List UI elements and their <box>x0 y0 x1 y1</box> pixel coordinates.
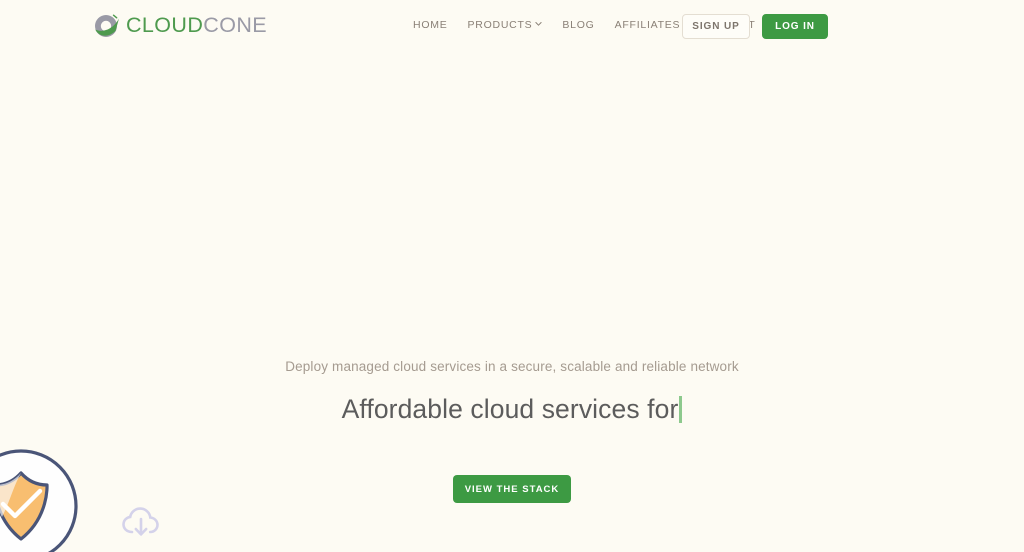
header-actions: SIGN UP LOG IN <box>682 14 828 39</box>
logo-wordmark: CLOUDCONE <box>126 15 267 37</box>
cloudcone-swoosh-logo-icon <box>92 11 122 41</box>
sign-up-button[interactable]: SIGN UP <box>682 14 750 39</box>
nav-item-home-label: HOME <box>413 20 448 31</box>
log-in-button[interactable]: LOG IN <box>762 14 828 39</box>
nav-item-products[interactable]: PRODUCTS <box>468 20 543 31</box>
chevron-down-icon <box>535 21 542 28</box>
typing-cursor <box>679 396 682 423</box>
logo-word-secondary: CONE <box>203 13 267 37</box>
nav-item-affiliates[interactable]: AFFILIATES <box>615 20 681 31</box>
nav-item-home[interactable]: HOME <box>413 20 448 31</box>
site-logo[interactable]: CLOUDCONE <box>92 11 267 41</box>
site-header: CLOUDCONE HOME PRODUCTS BLOG AFFILIATES … <box>0 0 1024 54</box>
nav-item-blog-label: BLOG <box>562 20 594 31</box>
cloud-download-icon <box>121 506 161 540</box>
hero-subtitle: Deploy managed cloud services in a secur… <box>0 358 1024 377</box>
hero-title: Affordable cloud services for <box>0 392 1024 428</box>
nav-item-blog[interactable]: BLOG <box>562 20 594 31</box>
view-the-stack-button[interactable]: VIEW THE STACK <box>453 475 571 503</box>
logo-word-primary: CLOUD <box>126 13 203 37</box>
nav-item-products-label: PRODUCTS <box>468 20 533 31</box>
hero-section: Deploy managed cloud services in a secur… <box>0 0 1024 552</box>
hero-title-text: Affordable cloud services for <box>342 394 679 424</box>
hero-cta-wrapper: VIEW THE STACK <box>0 475 1024 503</box>
nav-item-affiliates-label: AFFILIATES <box>615 20 681 31</box>
